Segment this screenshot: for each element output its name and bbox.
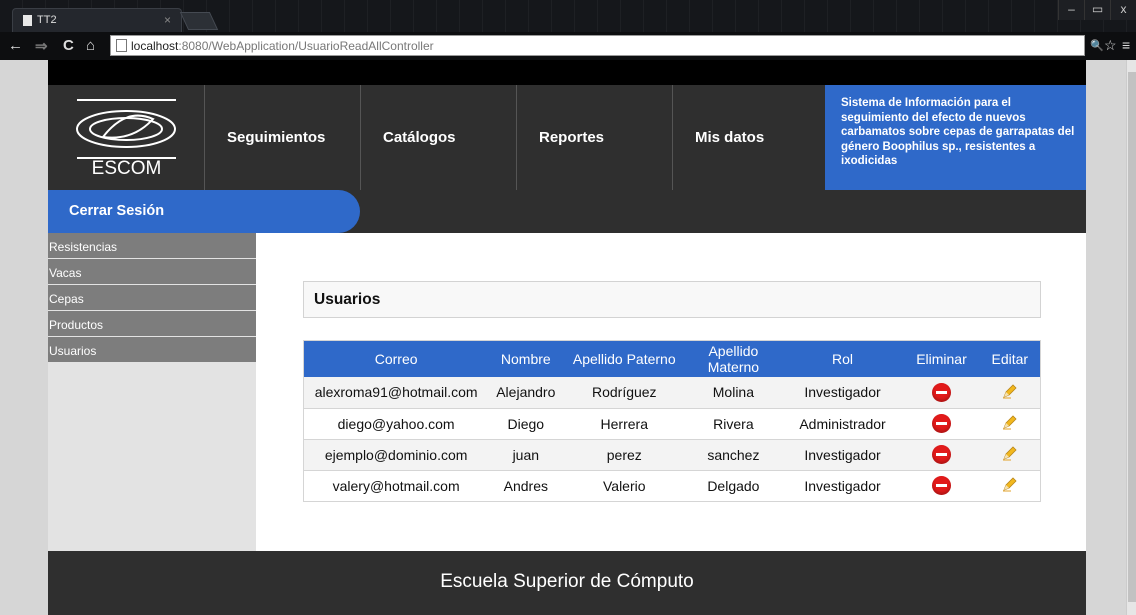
- page-scrollbar[interactable]: [1126, 60, 1136, 615]
- page-viewport: ESCOM Seguimientos Catálogos Reportes Mi…: [0, 60, 1126, 615]
- pencil-icon[interactable]: [1001, 475, 1019, 493]
- browser-tab-strip: TT2 × – ▭ x: [0, 0, 1136, 32]
- escom-logo-icon: [76, 99, 176, 159]
- page-icon: [23, 15, 32, 26]
- cell-apellido-materno: sanchez: [707, 446, 760, 463]
- cell-rol: Investigador: [804, 446, 881, 463]
- cell-editar: [980, 408, 1041, 439]
- minimize-icon[interactable]: –: [1058, 0, 1084, 20]
- column-header-nombre: Nombre: [500, 351, 551, 367]
- cell-eliminar: [903, 439, 979, 470]
- footer: Escuela Superior de Cómputo: [48, 551, 1086, 615]
- cell-editar: [980, 470, 1041, 501]
- cell-rol: Investigador: [804, 477, 881, 494]
- tab-title: TT2: [37, 14, 57, 26]
- cell-nombre: Diego: [507, 415, 545, 432]
- cell-correo: valery@hotmail.com: [332, 477, 460, 494]
- cell-editar: [980, 377, 1041, 408]
- page-icon: [116, 39, 127, 52]
- pencil-icon[interactable]: [1001, 444, 1019, 462]
- sidebar-item-productos[interactable]: Productos: [48, 311, 256, 337]
- table-row: diego@yahoo.com Diego Herrera Rivera Adm…: [303, 408, 1041, 439]
- session-bar: Cerrar Sesión: [48, 190, 1086, 233]
- nav-reportes[interactable]: Reportes: [517, 85, 673, 190]
- table-row: alexroma91@hotmail.com Alejandro Rodrígu…: [303, 377, 1041, 408]
- escom-logo[interactable]: ESCOM: [48, 85, 205, 190]
- logo-label: ESCOM: [91, 158, 162, 179]
- bookmark-star-icon[interactable]: ☆: [1104, 37, 1117, 54]
- cell-editar: [980, 439, 1041, 470]
- new-tab-button[interactable]: [179, 12, 219, 30]
- column-header-eliminar: Eliminar: [916, 351, 967, 367]
- column-header-editar: Editar: [991, 351, 1029, 367]
- cell-rol: Administrador: [799, 415, 886, 432]
- top-strip: [48, 60, 1086, 85]
- cell-eliminar: [903, 377, 979, 408]
- table-body: alexroma91@hotmail.com Alejandro Rodrígu…: [303, 377, 1041, 501]
- users-table: Correo Nombre Apellido Paterno Apellido …: [303, 340, 1041, 502]
- cell-nombre: juan: [512, 446, 540, 463]
- main-content: Usuarios Correo Nombre Apellido Paterno …: [256, 233, 1086, 551]
- table-row: ejemplo@dominio.com juan perez sanchez I…: [303, 439, 1041, 470]
- cell-apellido-materno: Molina: [712, 384, 755, 401]
- home-icon[interactable]: ⌂: [86, 37, 95, 54]
- column-header-apellido-materno: Apellido Materno: [707, 343, 760, 375]
- cell-apellido-paterno: Valerio: [602, 477, 646, 494]
- cell-nombre: Alejandro: [496, 384, 556, 401]
- column-header-apellido-paterno: Apellido Paterno: [572, 351, 676, 367]
- cell-apellido-paterno: Herrera: [600, 415, 648, 432]
- page-title: Usuarios: [303, 281, 1041, 318]
- cell-apellido-materno: Rivera: [713, 415, 754, 432]
- nav-seguimientos[interactable]: Seguimientos: [205, 85, 361, 190]
- tab-close-icon[interactable]: ×: [164, 13, 171, 27]
- sidebar-item-cepas[interactable]: Cepas: [48, 285, 256, 311]
- zoom-icon[interactable]: 🔍: [1090, 39, 1104, 52]
- cell-correo: alexroma91@hotmail.com: [314, 384, 478, 401]
- browser-toolbar: ← ⇒ C ⌂ localhost:8080/WebApplication/Us…: [0, 32, 1136, 60]
- sidebar: Resistencias Vacas Cepas Productos Usuar…: [48, 233, 256, 551]
- delete-icon[interactable]: [931, 445, 951, 464]
- cell-apellido-paterno: perez: [606, 446, 642, 463]
- browser-tab[interactable]: TT2 ×: [12, 8, 182, 32]
- cell-eliminar: [903, 408, 979, 439]
- sidebar-item-usuarios[interactable]: Usuarios: [48, 337, 256, 363]
- nav-mis-datos[interactable]: Mis datos: [673, 85, 825, 190]
- delete-icon[interactable]: [931, 414, 951, 433]
- table-header-row: Correo Nombre Apellido Paterno Apellido …: [303, 340, 1041, 377]
- delete-icon[interactable]: [931, 382, 951, 402]
- cell-rol: Investigador: [804, 384, 881, 401]
- url-text: localhost:8080/WebApplication/UsuarioRea…: [131, 39, 434, 53]
- cell-nombre: Andres: [503, 477, 548, 494]
- delete-icon[interactable]: [931, 476, 951, 495]
- scrollbar-thumb[interactable]: [1128, 72, 1136, 602]
- cell-eliminar: [903, 470, 979, 501]
- cell-correo: diego@yahoo.com: [337, 415, 455, 432]
- column-header-rol: Rol: [832, 351, 854, 367]
- site-header: ESCOM Seguimientos Catálogos Reportes Mi…: [48, 85, 1086, 190]
- maximize-icon[interactable]: ▭: [1084, 0, 1110, 20]
- back-icon[interactable]: ←: [8, 37, 23, 54]
- pencil-icon[interactable]: [1001, 382, 1019, 400]
- forward-icon[interactable]: ⇒: [35, 37, 48, 55]
- window-controls: – ▭ x: [1058, 0, 1136, 20]
- pencil-icon[interactable]: [1001, 413, 1019, 431]
- nav-catalogos[interactable]: Catálogos: [361, 85, 517, 190]
- system-description: Sistema de Información para el seguimien…: [825, 85, 1086, 190]
- logout-button[interactable]: Cerrar Sesión: [48, 190, 360, 233]
- table-row: valery@hotmail.com Andres Valerio Delgad…: [303, 470, 1041, 501]
- reload-icon[interactable]: C: [63, 37, 74, 54]
- close-icon[interactable]: x: [1110, 0, 1136, 20]
- sidebar-item-resistencias[interactable]: Resistencias: [48, 233, 256, 259]
- cell-apellido-materno: Delgado: [707, 477, 760, 494]
- cell-apellido-paterno: Rodríguez: [591, 384, 657, 401]
- cell-correo: ejemplo@dominio.com: [324, 446, 468, 463]
- sidebar-item-vacas[interactable]: Vacas: [48, 259, 256, 285]
- column-header-correo: Correo: [374, 351, 418, 367]
- address-bar[interactable]: localhost:8080/WebApplication/UsuarioRea…: [110, 35, 1085, 56]
- menu-icon[interactable]: ≡: [1122, 37, 1130, 53]
